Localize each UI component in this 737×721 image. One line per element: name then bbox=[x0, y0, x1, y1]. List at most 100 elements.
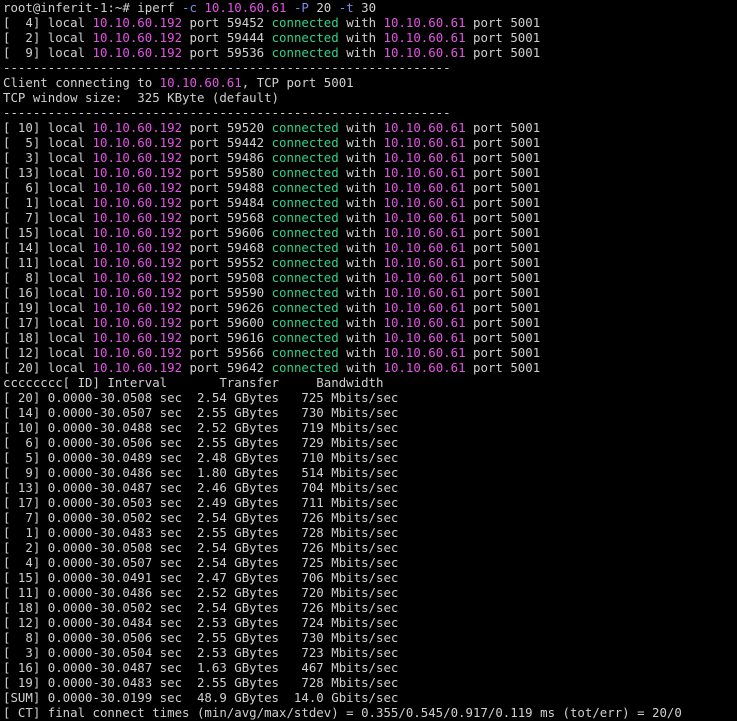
output-text: with bbox=[338, 330, 384, 345]
ip-address: 10.10.60.192 bbox=[92, 210, 183, 225]
output-text: [ 15] 0.0000-30.0491 sec 2.47 GBytes 706… bbox=[3, 570, 399, 585]
output-text: [ 11] local bbox=[3, 255, 93, 270]
terminal-output-line: [ 6] local 10.10.60.192 port 59488 conne… bbox=[3, 180, 737, 195]
ip-address: 10.10.60.61 bbox=[383, 270, 466, 285]
output-text: Client connecting to bbox=[3, 75, 160, 90]
output-text: ----------------------------------------… bbox=[3, 105, 451, 120]
output-text: [ 13] local bbox=[3, 165, 93, 180]
output-text: ----------------------------------------… bbox=[3, 60, 451, 75]
terminal-output-line: [ 8] 0.0000-30.0506 sec 2.55 GBytes 730 … bbox=[3, 630, 737, 645]
output-text: port 59580 bbox=[182, 165, 272, 180]
output-text: with bbox=[338, 210, 384, 225]
output-text: [ 16] local bbox=[3, 285, 93, 300]
output-text: port 59508 bbox=[182, 270, 272, 285]
output-text: port 5001 bbox=[465, 360, 541, 375]
ip-address: 10.10.60.61 bbox=[383, 195, 466, 210]
output-text: port 59442 bbox=[182, 135, 272, 150]
output-text: with bbox=[338, 285, 384, 300]
ip-address: 10.10.60.192 bbox=[92, 45, 183, 60]
output-text: with bbox=[338, 195, 384, 210]
connected-status: connected bbox=[271, 45, 339, 60]
terminal-output-line: [ CT] final connect times (min/avg/max/s… bbox=[3, 705, 737, 720]
output-text: [ CT] final connect times (min/avg/max/s… bbox=[3, 705, 682, 720]
output-text: port 59606 bbox=[182, 225, 272, 240]
output-text: port 5001 bbox=[465, 45, 541, 60]
terminal-output-line: [ 14] 0.0000-30.0507 sec 2.55 GBytes 730… bbox=[3, 405, 737, 420]
terminal-output-line: [ 6] 0.0000-30.0506 sec 2.55 GBytes 729 … bbox=[3, 435, 737, 450]
ip-address: 10.10.60.61 bbox=[383, 330, 466, 345]
connected-status: connected bbox=[271, 225, 339, 240]
ip-address: 10.10.60.61 bbox=[383, 300, 466, 315]
output-text: port 59444 bbox=[182, 30, 272, 45]
output-text: port 59566 bbox=[182, 345, 272, 360]
output-text: port 59520 bbox=[182, 120, 272, 135]
ip-address: 10.10.60.61 bbox=[383, 240, 466, 255]
terminal-output-line: [ 16] 0.0000-30.0487 sec 1.63 GBytes 467… bbox=[3, 660, 737, 675]
output-text: port 59452 bbox=[182, 15, 272, 30]
terminal-output-line: ----------------------------------------… bbox=[3, 105, 737, 120]
ip-address: 10.10.60.61 bbox=[383, 150, 466, 165]
output-text: [ 2] 0.0000-30.0508 sec 2.54 GBytes 726 … bbox=[3, 540, 399, 555]
output-text: [ 11] 0.0000-30.0486 sec 2.52 GBytes 720… bbox=[3, 585, 399, 600]
terminal-output-line: [ 13] 0.0000-30.0487 sec 2.46 GBytes 704… bbox=[3, 480, 737, 495]
output-text: port 59600 bbox=[182, 315, 272, 330]
output-text: [ 20] local bbox=[3, 360, 93, 375]
connected-status: connected bbox=[271, 165, 339, 180]
output-text: [ 20] 0.0000-30.0508 sec 2.54 GBytes 725… bbox=[3, 390, 399, 405]
ip-address: 10.10.60.192 bbox=[92, 30, 183, 45]
connected-status: connected bbox=[271, 195, 339, 210]
output-text: port 5001 bbox=[465, 120, 541, 135]
output-text: port 5001 bbox=[465, 330, 541, 345]
output-text: [ 3] 0.0000-30.0504 sec 2.53 GBytes 723 … bbox=[3, 645, 399, 660]
output-text: port 5001 bbox=[465, 345, 541, 360]
ip-address: 10.10.60.192 bbox=[92, 180, 183, 195]
command-flag: -P bbox=[293, 0, 309, 15]
terminal-output-line: [ 7] local 10.10.60.192 port 59568 conne… bbox=[3, 210, 737, 225]
output-text: [ 3] local bbox=[3, 150, 93, 165]
terminal-output-line: [ 19] local 10.10.60.192 port 59626 conn… bbox=[3, 300, 737, 315]
output-text: with bbox=[338, 315, 384, 330]
terminal-output-line: [ 17] local 10.10.60.192 port 59600 conn… bbox=[3, 315, 737, 330]
connected-status: connected bbox=[271, 120, 339, 135]
output-text: port 59486 bbox=[182, 150, 272, 165]
output-text: with bbox=[338, 30, 384, 45]
terminal-output-line: [ 20] local 10.10.60.192 port 59642 conn… bbox=[3, 360, 737, 375]
connected-status: connected bbox=[271, 15, 339, 30]
ip-address: 10.10.60.61 bbox=[159, 75, 242, 90]
connected-status: connected bbox=[271, 150, 339, 165]
output-text: [ 18] local bbox=[3, 330, 93, 345]
terminal-output-line: [ 1] 0.0000-30.0483 sec 2.55 GBytes 728 … bbox=[3, 525, 737, 540]
output-text: [ 7] 0.0000-30.0502 sec 2.54 GBytes 726 … bbox=[3, 510, 399, 525]
output-text: port 5001 bbox=[465, 225, 541, 240]
ip-address: 10.10.60.192 bbox=[92, 240, 183, 255]
output-text: with bbox=[338, 165, 384, 180]
output-text: port 59568 bbox=[182, 210, 272, 225]
output-text: [ 13] 0.0000-30.0487 sec 2.46 GBytes 704… bbox=[3, 480, 399, 495]
terminal-output-line: [ 10] 0.0000-30.0488 sec 2.52 GBytes 719… bbox=[3, 420, 737, 435]
ip-address: 10.10.60.61 bbox=[383, 165, 466, 180]
output-text: TCP window size: 325 KByte (default) bbox=[3, 90, 280, 105]
output-text: port 59488 bbox=[182, 180, 272, 195]
ip-address: 10.10.60.192 bbox=[92, 15, 183, 30]
output-text: [ 1] 0.0000-30.0483 sec 2.55 GBytes 728 … bbox=[3, 525, 399, 540]
output-text: [ 6] local bbox=[3, 180, 93, 195]
output-text: with bbox=[338, 135, 384, 150]
output-text: [ 7] local bbox=[3, 210, 93, 225]
terminal-window[interactable]: root@inferit-1:~# iperf -c 10.10.60.61 -… bbox=[0, 0, 737, 721]
terminal-output-line: [ 18] local 10.10.60.192 port 59616 conn… bbox=[3, 330, 737, 345]
output-text: [ 2] local bbox=[3, 30, 93, 45]
terminal-output-line: [ 9] local 10.10.60.192 port 59536 conne… bbox=[3, 45, 737, 60]
ip-address: 10.10.60.192 bbox=[92, 120, 183, 135]
terminal-output-line: [ 11] 0.0000-30.0486 sec 2.52 GBytes 720… bbox=[3, 585, 737, 600]
output-text: port 5001 bbox=[465, 300, 541, 315]
ip-address: 10.10.60.192 bbox=[92, 360, 183, 375]
terminal-output-line: [SUM] 0.0000-30.0199 sec 48.9 GBytes 14.… bbox=[3, 690, 737, 705]
connected-status: connected bbox=[271, 345, 339, 360]
ip-address: 10.10.60.61 bbox=[383, 345, 466, 360]
output-text: with bbox=[338, 15, 384, 30]
ip-address: 10.10.60.61 bbox=[383, 360, 466, 375]
ip-address: 10.10.60.61 bbox=[383, 255, 466, 270]
terminal-output-line: Client connecting to 10.10.60.61, TCP po… bbox=[3, 75, 737, 90]
ip-address: 10.10.60.192 bbox=[92, 300, 183, 315]
connected-status: connected bbox=[271, 300, 339, 315]
